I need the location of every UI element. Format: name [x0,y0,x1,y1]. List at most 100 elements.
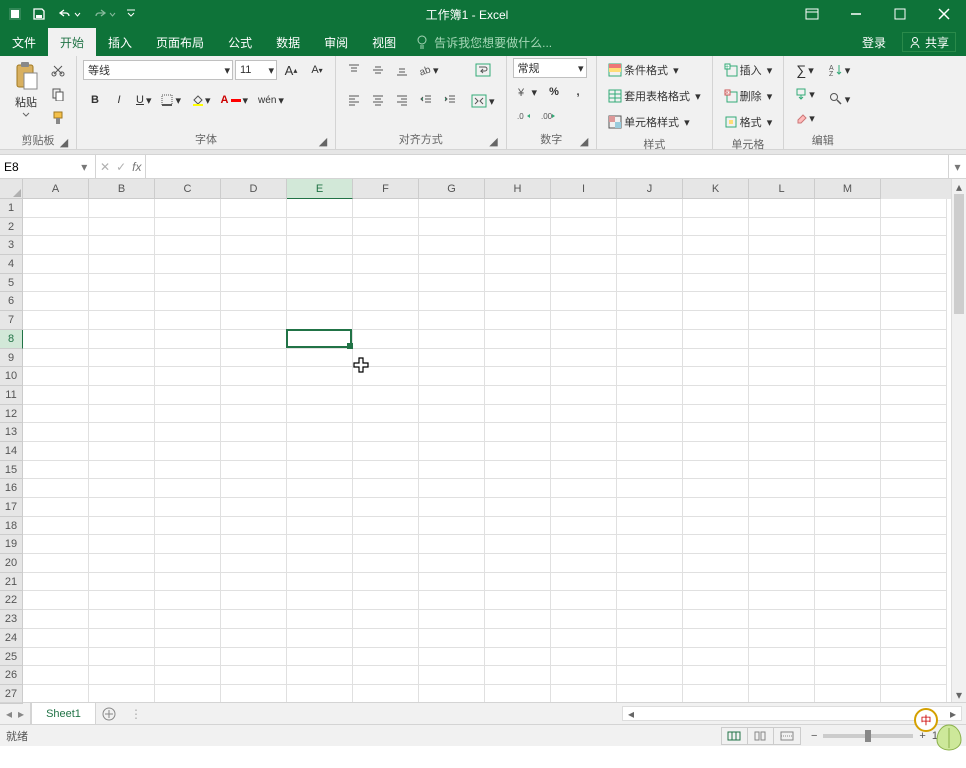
row-header[interactable]: 10 [0,367,23,386]
scroll-thumb[interactable] [954,194,964,314]
column-header[interactable]: C [155,179,221,199]
normal-view-button[interactable] [722,728,748,744]
row-header[interactable]: 2 [0,218,23,237]
border-button[interactable]: ▾ [157,89,185,111]
delete-cells-button[interactable]: ×删除 ▾ [720,85,777,107]
italic-button[interactable]: I [108,89,130,111]
tab-data[interactable]: 数据 [264,28,312,56]
save-icon[interactable] [28,0,50,28]
cell-styles-button[interactable]: 单元格样式 ▾ [604,111,694,133]
paste-button[interactable]: 粘贴 [6,58,46,119]
new-sheet-button[interactable] [96,703,122,724]
autosum-button[interactable]: ∑▾ [791,59,819,81]
row-header[interactable]: 17 [0,498,23,517]
vertical-scrollbar[interactable]: ▴ ▾ [951,179,966,702]
font-color-button[interactable]: A▾ [217,89,252,111]
insert-cells-button[interactable]: +插入 ▾ [720,59,777,81]
undo-icon[interactable] [52,0,85,28]
format-painter-button[interactable] [47,107,69,129]
zoom-thumb[interactable] [865,730,871,742]
phonetic-button[interactable]: wén▾ [254,89,288,111]
row-header[interactable]: 4 [0,255,23,274]
name-box-input[interactable] [4,160,77,174]
sheet-tab[interactable]: Sheet1 [31,703,96,724]
row-header[interactable]: 15 [0,461,23,480]
cut-button[interactable] [47,59,69,81]
tab-file[interactable]: 文件 [0,28,48,56]
horizontal-scrollbar[interactable]: ◂ ▸ [622,706,962,721]
qat-customize-icon[interactable] [122,0,140,28]
row-header[interactable]: 22 [0,591,23,610]
minimize-icon[interactable] [834,0,878,28]
ribbon-display-icon[interactable] [790,0,834,28]
row-header[interactable]: 8 [0,330,23,349]
cells-grid[interactable] [23,199,951,702]
row-header[interactable]: 25 [0,648,23,667]
fill-button[interactable]: ▾ [791,83,819,105]
merge-button[interactable]: ▾ [467,90,499,112]
align-top-button[interactable] [343,59,365,81]
bold-button[interactable]: B [84,89,106,111]
column-header[interactable]: H [485,179,551,199]
column-header[interactable]: I [551,179,617,199]
scroll-down-icon[interactable]: ▾ [952,687,966,702]
row-header[interactable]: 9 [0,349,23,368]
chevron-down-icon[interactable]: ▾ [77,160,91,174]
tell-me[interactable]: 告诉我您想要做什么... [408,28,560,56]
row-header[interactable]: 18 [0,517,23,536]
row-header[interactable]: 24 [0,629,23,648]
row-header[interactable]: 13 [0,423,23,442]
row-header[interactable]: 14 [0,442,23,461]
column-header[interactable]: B [89,179,155,199]
increase-decimal-button[interactable]: .0 [514,105,536,127]
dialog-launcher-icon[interactable]: ◢ [488,135,500,147]
column-header[interactable]: J [617,179,683,199]
underline-button[interactable]: U▾ [132,89,155,111]
align-middle-button[interactable] [367,59,389,81]
scroll-right-icon[interactable]: ▸ [945,707,961,721]
row-header[interactable]: 19 [0,535,23,554]
increase-indent-button[interactable] [439,89,461,111]
accounting-format-button[interactable]: ¥▾ [514,81,542,103]
fx-icon[interactable]: fx [132,160,141,174]
redo-icon[interactable] [87,0,120,28]
scroll-up-icon[interactable]: ▴ [952,179,966,194]
format-as-table-button[interactable]: 套用表格格式 ▾ [604,85,705,107]
decrease-font-button[interactable]: A▾ [306,59,328,81]
assistant-leaf-icon[interactable] [934,722,964,752]
row-header[interactable]: 3 [0,236,23,255]
align-center-button[interactable] [367,89,389,111]
tab-home[interactable]: 开始 [48,28,96,56]
row-header[interactable]: 20 [0,554,23,573]
align-right-button[interactable] [391,89,413,111]
conditional-format-button[interactable]: 条件格式 ▾ [604,59,683,81]
column-header[interactable]: M [815,179,881,199]
zoom-slider[interactable] [823,734,913,738]
column-header[interactable]: G [419,179,485,199]
row-header[interactable]: 6 [0,292,23,311]
decrease-indent-button[interactable] [415,89,437,111]
expand-formula-bar-icon[interactable]: ▾ [948,155,966,178]
maximize-icon[interactable] [878,0,922,28]
row-header[interactable]: 7 [0,311,23,330]
column-header[interactable]: L [749,179,815,199]
copy-button[interactable] [47,83,69,105]
tab-insert[interactable]: 插入 [96,28,144,56]
align-left-button[interactable] [343,89,365,111]
select-all-corner[interactable] [0,179,23,199]
orientation-button[interactable]: ab▾ [415,59,443,81]
tab-review[interactable]: 审阅 [312,28,360,56]
row-header[interactable]: 21 [0,573,23,592]
prev-sheet-icon[interactable]: ◂ [4,707,14,721]
tab-split-handle[interactable]: ⋮ [130,707,142,721]
row-header[interactable]: 5 [0,274,23,293]
align-bottom-button[interactable] [391,59,413,81]
cancel-formula-icon[interactable]: ✕ [100,160,110,174]
font-name-combo[interactable]: 等线▾ [83,60,233,80]
name-box[interactable]: ▾ [0,155,96,178]
next-sheet-icon[interactable]: ▸ [16,707,26,721]
share-button[interactable]: 共享 [902,32,956,52]
row-header[interactable]: 27 [0,685,23,704]
tab-view[interactable]: 视图 [360,28,408,56]
page-layout-view-button[interactable] [748,728,774,744]
